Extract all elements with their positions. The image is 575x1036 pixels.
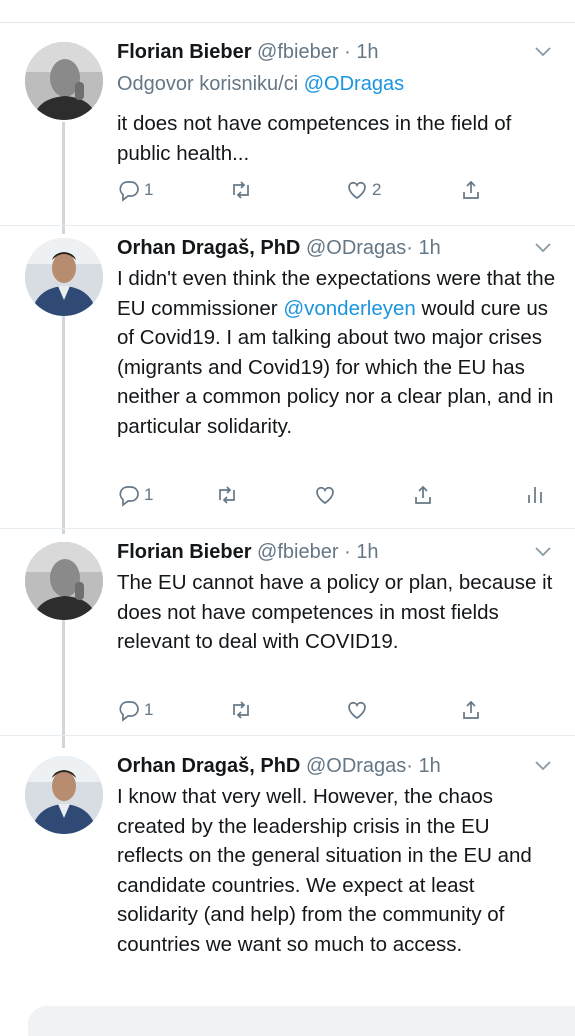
share-button[interactable] <box>411 480 435 510</box>
share-icon <box>415 485 431 504</box>
reply-context: Odgovor korisniku/ci @ODragas <box>117 70 404 98</box>
share-button[interactable] <box>459 175 483 205</box>
retweet-button[interactable] <box>215 480 239 510</box>
mention-link[interactable]: @vonderleyen <box>283 297 416 320</box>
like-button[interactable]: 2 <box>345 175 381 205</box>
tweet-actions: 1 <box>117 695 557 725</box>
retweet-icon <box>219 486 235 504</box>
author-name[interactable]: Florian Bieber <box>117 41 251 63</box>
chevron-down-icon[interactable] <box>533 544 553 558</box>
retweet-icon <box>233 701 249 719</box>
tweet-divider <box>0 735 575 736</box>
author-handle[interactable]: @fbieber <box>257 541 338 563</box>
analytics-button[interactable] <box>523 480 547 510</box>
timestamp[interactable]: 1h <box>356 541 378 563</box>
chevron-down-icon[interactable] <box>533 758 553 772</box>
share-icon <box>463 700 479 719</box>
tweet-text: it does not have competences in the fiel… <box>117 112 512 165</box>
reply-count: 1 <box>144 485 154 504</box>
avatar[interactable] <box>25 542 103 620</box>
orhan-dragas-avatar-icon <box>25 756 103 834</box>
author-name[interactable]: Florian Bieber <box>117 541 251 563</box>
florian-bieber-avatar-icon <box>25 42 103 120</box>
author-name[interactable]: Orhan Dragaš, PhD <box>117 755 300 777</box>
retweet-button[interactable] <box>229 695 253 725</box>
timestamp[interactable]: 1h <box>356 41 378 63</box>
tweet-text: I didn't even think the expectations wer… <box>117 264 557 441</box>
reply-button[interactable]: 1 <box>117 480 153 510</box>
author-handle[interactable]: @ODragas <box>306 237 406 259</box>
bottom-composer-bar[interactable] <box>28 1006 575 1036</box>
share-button[interactable] <box>459 695 483 725</box>
top-divider <box>0 22 575 23</box>
retweet-icon <box>233 181 249 199</box>
tweet-actions: 1 <box>117 480 557 510</box>
reply-icon <box>119 486 139 507</box>
florian-bieber-avatar-icon <box>25 542 103 620</box>
chevron-down-icon[interactable] <box>533 240 553 254</box>
separator-dot: · <box>344 541 351 563</box>
tweet[interactable]: Orhan Dragaš, PhD @ODragas· 1h I didn't … <box>0 234 575 524</box>
separator-dot: · <box>344 41 351 63</box>
tweet-actions: 1 2 <box>117 175 557 205</box>
retweet-button[interactable] <box>229 175 256 205</box>
heart-icon <box>316 486 334 505</box>
like-button[interactable] <box>345 695 369 725</box>
reply-count: 1 <box>144 180 154 199</box>
like-count: 2 <box>372 180 382 199</box>
share-icon <box>463 180 479 199</box>
tweet-header: Orhan Dragaš, PhD @ODragas· 1h <box>117 234 441 262</box>
avatar[interactable] <box>25 238 103 316</box>
timestamp[interactable]: 1h <box>419 237 441 259</box>
reply-context-label: Odgovor korisniku/ci <box>117 73 304 95</box>
avatar[interactable] <box>25 756 103 834</box>
analytics-icon <box>528 487 542 503</box>
separator-dot: · <box>406 755 413 777</box>
reply-count: 1 <box>144 700 154 719</box>
tweet-text: The EU cannot have a policy or plan, bec… <box>117 571 553 653</box>
chevron-down-icon[interactable] <box>533 44 553 58</box>
mention-link[interactable]: @ODragas <box>304 73 404 95</box>
reply-button[interactable]: 1 <box>117 175 153 205</box>
tweet-text: I know that very well. However, the chao… <box>117 785 532 956</box>
orhan-dragas-avatar-icon <box>25 238 103 316</box>
timestamp[interactable]: 1h <box>419 755 441 777</box>
tweet[interactable]: Orhan Dragaš, PhD @ODragas· 1h I know th… <box>0 752 575 1002</box>
tweet-header: Florian Bieber @fbieber · 1h <box>117 538 379 566</box>
heart-icon <box>348 701 366 720</box>
tweet-header: Orhan Dragaš, PhD @ODragas· 1h <box>117 752 441 780</box>
tweet-divider <box>0 528 575 529</box>
author-handle[interactable]: @ODragas <box>306 755 406 777</box>
tweet[interactable]: Florian Bieber @fbieber · 1h Odgovor kor… <box>0 38 575 218</box>
author-handle[interactable]: @fbieber <box>257 41 338 63</box>
avatar[interactable] <box>25 42 103 120</box>
reply-button[interactable]: 1 <box>117 695 153 725</box>
reply-icon <box>119 181 139 202</box>
separator-dot: · <box>406 237 413 259</box>
tweet-divider <box>0 225 575 226</box>
tweet[interactable]: Florian Bieber @fbieber · 1h The EU cann… <box>0 538 575 728</box>
tweet-header: Florian Bieber @fbieber · 1h <box>117 38 379 66</box>
author-name[interactable]: Orhan Dragaš, PhD <box>117 237 300 259</box>
heart-icon <box>348 181 366 200</box>
reply-icon <box>119 701 139 722</box>
like-button[interactable] <box>313 480 337 510</box>
